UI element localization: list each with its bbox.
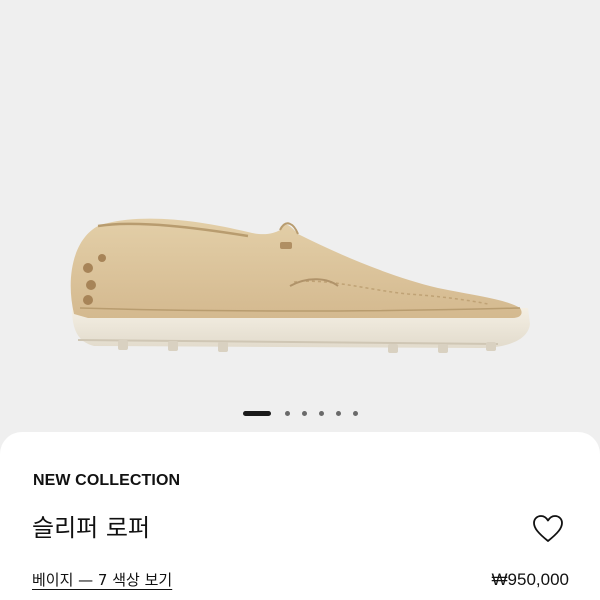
product-title: 슬리퍼 로퍼 [32, 514, 151, 542]
pagination-dot[interactable] [318, 410, 324, 416]
pagination-dot[interactable] [352, 410, 358, 416]
product-price: ₩950,000 [491, 570, 570, 589]
pagination-dot[interactable] [335, 410, 341, 416]
pagination-dot-active[interactable] [242, 410, 271, 416]
pagination-dot[interactable] [301, 410, 307, 416]
collection-label: NEW COLLECTION [33, 472, 181, 489]
product-info-sheet: NEW COLLECTION 슬리퍼 로퍼 베이지 — 7 색상 보기 ₩950… [0, 432, 600, 600]
product-image-gallery[interactable] [0, 0, 600, 432]
heart-outline-icon[interactable] [532, 514, 564, 544]
gallery-pagination[interactable] [0, 406, 600, 420]
view-colors-link[interactable]: 베이지 — 7 색상 보기 [32, 569, 172, 590]
pagination-dot[interactable] [284, 410, 290, 416]
product-image-loafer[interactable] [58, 190, 538, 370]
